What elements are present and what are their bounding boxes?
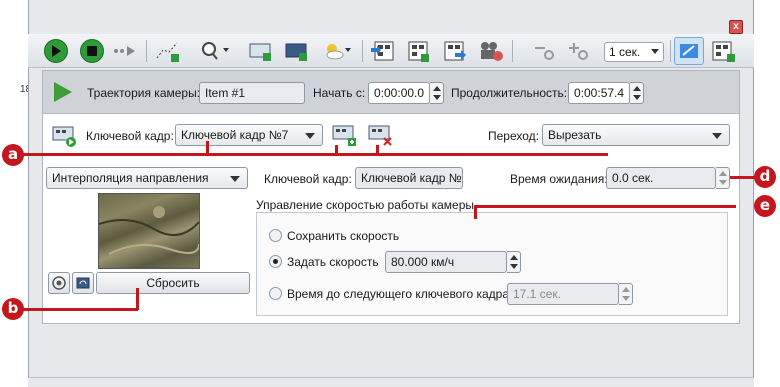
callout-a-tick	[376, 145, 379, 155]
keep-speed-radio[interactable]	[269, 229, 282, 242]
time-to-next-spinner[interactable]	[619, 283, 633, 305]
chevron-down-icon	[230, 176, 240, 182]
add-frames-icon[interactable]	[406, 39, 432, 63]
weather-icon[interactable]	[320, 39, 354, 63]
transition-label: Переход:	[488, 129, 539, 143]
keyframe-label-2: Ключевой кадр:	[264, 172, 352, 186]
edit-path-icon[interactable]	[674, 37, 704, 65]
play-trajectory-icon[interactable]	[53, 82, 73, 105]
interpolation-value: Интерполяция направления	[52, 171, 209, 185]
interpolation-select[interactable]: Интерполяция направления	[46, 167, 248, 189]
set-speed-label: Задать скорость	[287, 255, 379, 269]
keyframe-select-value: Ключевой кадр №7	[181, 128, 289, 142]
callout-a: a	[2, 144, 24, 166]
keyframe-label: Ключевой кадр:	[86, 129, 174, 143]
left-strip: 18	[0, 0, 31, 387]
timestep-select[interactable]: 1 сек.	[604, 42, 664, 62]
toolbar-separator	[146, 40, 147, 62]
keyframe-play-icon[interactable]	[52, 125, 78, 150]
callout-a-tick	[206, 141, 209, 155]
duration-label: Продолжительность:	[451, 86, 568, 100]
transition-value: Вырезать	[548, 128, 602, 142]
speed-value-field[interactable]: 80.000 км/ч	[385, 251, 507, 273]
speed-group: Сохранить скорость Задать скорость 80.00…	[256, 212, 728, 316]
add-keyframe-alt-icon[interactable]	[284, 39, 310, 63]
keyframe-select[interactable]: Ключевой кадр №7	[175, 124, 323, 146]
add-keyframe-icon[interactable]	[248, 39, 274, 63]
transition-select[interactable]: Вырезать	[542, 124, 730, 146]
frames-view-icon[interactable]	[710, 39, 738, 63]
toolbar-separator	[362, 40, 363, 62]
chevron-down-icon	[305, 133, 315, 139]
timestep-value: 1 сек.	[609, 45, 641, 59]
callout-d: d	[754, 166, 776, 188]
keyframe-readonly-field: Ключевой кадр №7	[355, 167, 463, 189]
toolbar: 1 сек.	[28, 34, 754, 68]
play-icon[interactable]	[44, 39, 68, 63]
callout-b-line	[22, 308, 138, 311]
target-icon	[52, 276, 66, 290]
zoom-in-icon[interactable]	[566, 39, 592, 63]
wait-time-field[interactable]: 0.0 сек.	[606, 167, 716, 189]
chevron-down-icon	[651, 49, 659, 54]
refresh-view-icon	[76, 277, 90, 289]
toolbar-separator	[670, 40, 671, 62]
callout-e-line	[474, 205, 736, 208]
step-forward-icon[interactable]	[112, 39, 140, 63]
duration-field[interactable]: 0:00:57.4	[568, 82, 630, 104]
refresh-view-button[interactable]	[72, 272, 94, 294]
chevron-down-icon	[712, 133, 722, 139]
duration-spinner[interactable]	[630, 82, 644, 104]
callout-e-tick	[474, 205, 477, 219]
target-button[interactable]	[48, 272, 70, 294]
export-icon[interactable]	[442, 39, 468, 63]
callout-b: b	[2, 298, 24, 320]
speed-spinner[interactable]	[507, 251, 521, 273]
keep-speed-label: Сохранить скорость	[287, 229, 400, 243]
time-to-next-radio[interactable]	[269, 287, 282, 300]
set-speed-radio[interactable]	[269, 255, 282, 268]
close-icon[interactable]: x	[729, 20, 743, 34]
callout-e: e	[754, 195, 776, 217]
start-label: Начать с:	[313, 86, 366, 100]
reset-button[interactable]: Сбросить	[96, 272, 250, 294]
stop-icon[interactable]	[80, 39, 104, 63]
start-time-spinner[interactable]	[430, 82, 444, 104]
start-time-field[interactable]: 0:00:00.0	[368, 82, 430, 104]
toolbar-separator	[512, 40, 513, 62]
callout-a-tick	[335, 145, 338, 155]
delete-keyframe-button[interactable]	[368, 124, 394, 151]
import-icon[interactable]	[370, 39, 396, 63]
keyframe-thumbnail	[98, 193, 200, 269]
record-movie-icon[interactable]	[476, 39, 504, 63]
speed-group-title: Управление скоростью работы камеры	[256, 198, 475, 212]
trajectory-name-field[interactable]: Item #1	[199, 82, 305, 104]
add-path-icon[interactable]	[154, 39, 184, 63]
time-to-next-label: Время до следующего ключевого кадра	[287, 287, 510, 301]
trajectory-label: Траектория камеры:	[87, 86, 201, 100]
zoom-add-icon[interactable]	[198, 39, 232, 63]
zoom-out-icon[interactable]	[532, 39, 558, 63]
time-to-next-field[interactable]: 17.1 сек.	[507, 283, 619, 305]
callout-a-line	[22, 153, 608, 156]
status-bar	[28, 377, 754, 387]
callout-b-tick	[136, 288, 139, 310]
trajectory-panel: Траектория камеры: Item #1 Начать с: 0:0…	[42, 70, 740, 114]
wait-time-label: Время ожидания:	[510, 172, 608, 186]
wait-time-spinner[interactable]	[716, 167, 730, 189]
